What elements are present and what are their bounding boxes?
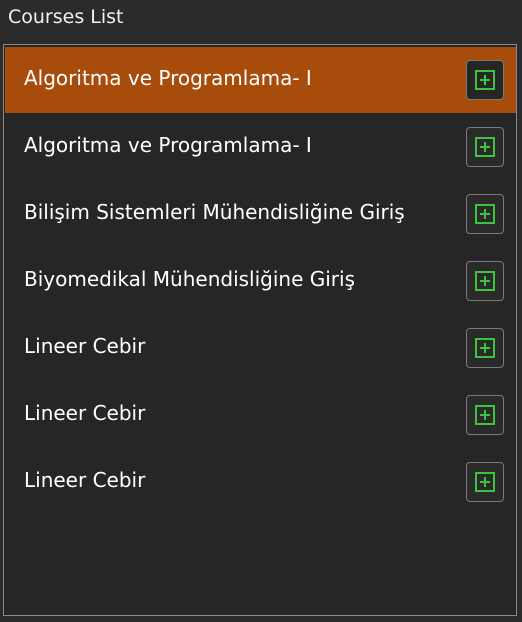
list-item[interactable]: Lineer Cebir [5,449,516,515]
plus-square-icon [475,271,495,291]
plus-square-icon [475,137,495,157]
plus-square-icon [475,338,495,358]
list-item[interactable]: Lineer Cebir [5,382,516,448]
page-title: Courses List [8,6,124,28]
add-course-button[interactable] [466,395,504,435]
plus-square-icon [475,472,495,492]
list-item[interactable]: Algoritma ve Programlama- I [5,114,516,180]
course-name: Lineer Cebir [24,468,146,492]
list-item[interactable]: Biyomedikal Mühendisliğine Giriş [5,248,516,314]
list-item[interactable]: Algoritma ve Programlama- I [5,47,516,113]
list-item[interactable]: Bilişim Sistemleri Mühendisliğine Giriş [5,181,516,247]
course-name: Bilişim Sistemleri Mühendisliğine Giriş [24,200,405,224]
add-course-button[interactable] [466,127,504,167]
add-course-button[interactable] [466,194,504,234]
plus-square-icon [475,204,495,224]
courses-list[interactable]: Algoritma ve Programlama- I Algoritma ve… [3,44,517,616]
course-name: Algoritma ve Programlama- I [24,133,312,157]
course-name: Biyomedikal Mühendisliğine Giriş [24,267,356,291]
course-name: Algoritma ve Programlama- I [24,66,312,90]
add-course-button[interactable] [466,60,504,100]
course-name: Lineer Cebir [24,334,146,358]
plus-square-icon [475,70,495,90]
add-course-button[interactable] [466,462,504,502]
list-item[interactable]: Lineer Cebir [5,315,516,381]
add-course-button[interactable] [466,261,504,301]
course-name: Lineer Cebir [24,401,146,425]
plus-square-icon [475,405,495,425]
add-course-button[interactable] [466,328,504,368]
